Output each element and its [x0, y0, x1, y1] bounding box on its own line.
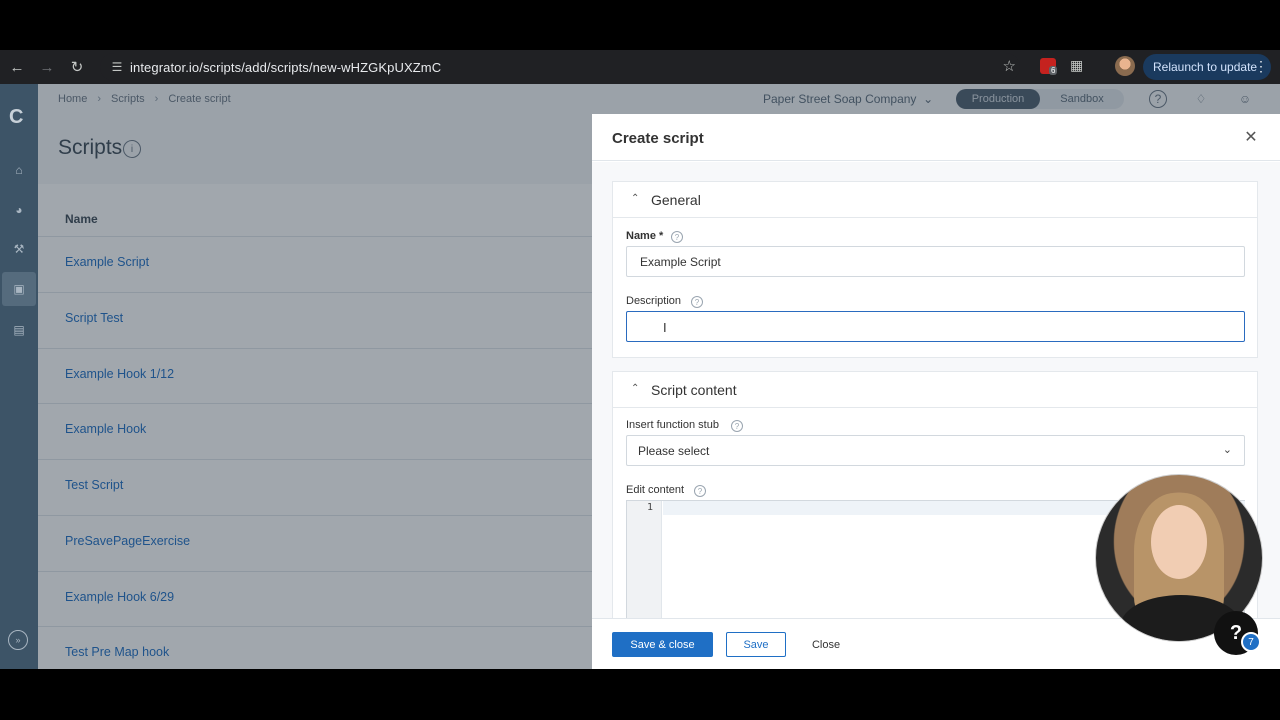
function-stub-value: Please select — [638, 444, 710, 458]
home-icon[interactable]: ⌂ — [9, 160, 29, 180]
back-arrow-icon[interactable]: ← — [2, 52, 32, 82]
url-text[interactable]: integrator.io/scripts/add/scripts/new-wH… — [130, 60, 441, 75]
close-button[interactable]: Close — [802, 632, 850, 657]
extensions-puzzle-icon[interactable]: ▦ — [1070, 57, 1083, 74]
address-bar[interactable]: ☰ integrator.io/scripts/add/scripts/new-… — [100, 53, 1020, 81]
save-and-close-button[interactable]: Save & close — [612, 632, 713, 657]
editor-gutter: 1 — [627, 501, 662, 618]
line-number: 1 — [646, 502, 653, 513]
dashboard-icon[interactable]: ◕ — [9, 200, 29, 220]
script-content-panel-header[interactable]: ⌃ Script content — [613, 372, 1257, 408]
left-sidebar: C ⌂ ◕ ⚒ ▣ ▤ » — [0, 84, 38, 669]
drawer-header: Create script ✕ — [592, 114, 1280, 161]
drawer-title: Create script — [612, 130, 704, 147]
name-help-icon[interactable]: ? — [671, 231, 683, 243]
celigo-logo-icon[interactable]: C — [9, 106, 23, 129]
edit-content-label: Edit content — [626, 484, 685, 496]
description-help-icon[interactable]: ? — [691, 296, 703, 308]
browser-toolbar: ← → ↻ ☰ integrator.io/scripts/add/script… — [0, 50, 1280, 84]
general-section-title: General — [651, 192, 701, 208]
extension-badge: 6 — [1049, 66, 1058, 75]
expand-sidebar-icon[interactable]: » — [8, 630, 28, 650]
function-stub-label: Insert function stub — [626, 419, 719, 431]
general-panel: ⌃ General Name * ? Example Script Descri… — [612, 181, 1258, 358]
tools-icon[interactable]: ⚒ — [9, 239, 29, 259]
marketplace-icon[interactable]: ▤ — [9, 320, 29, 340]
edit-content-help-icon[interactable]: ? — [694, 485, 706, 497]
name-field[interactable]: Example Script — [626, 246, 1245, 277]
screen: ← → ↻ ☰ integrator.io/scripts/add/script… — [0, 0, 1280, 720]
function-stub-help-icon[interactable]: ? — [731, 420, 743, 432]
script-content-section-title: Script content — [651, 382, 737, 398]
text-cursor-icon: I — [663, 320, 667, 335]
relaunch-button[interactable]: Relaunch to update — [1143, 54, 1271, 80]
presenter-face — [1151, 505, 1207, 579]
function-stub-select[interactable]: Please select ⌄ — [626, 435, 1245, 466]
chevron-up-icon: ⌃ — [631, 193, 640, 204]
description-field[interactable]: I — [626, 311, 1245, 342]
forward-arrow-icon[interactable]: → — [32, 52, 62, 82]
relaunch-label: Relaunch to update — [1153, 60, 1258, 74]
browser-menu-icon[interactable]: ⋮ — [1254, 58, 1268, 75]
app-window: C ⌂ ◕ ⚒ ▣ ▤ » Home › Scripts › Create sc… — [0, 84, 1280, 669]
profile-avatar[interactable] — [1115, 56, 1135, 76]
save-button[interactable]: Save — [726, 632, 786, 657]
general-panel-header[interactable]: ⌃ General — [613, 182, 1257, 218]
chevron-up-icon: ⌃ — [631, 383, 640, 394]
site-settings-icon[interactable]: ☰ — [104, 60, 130, 74]
chevron-down-icon: ⌄ — [1222, 444, 1232, 456]
resources-icon[interactable]: ▣ — [2, 272, 36, 306]
close-icon[interactable]: ✕ — [1240, 126, 1262, 148]
name-label: Name * — [626, 230, 663, 242]
description-label: Description — [626, 295, 682, 307]
help-badge-count: 7 — [1241, 632, 1261, 652]
name-label-text: Name * — [626, 230, 664, 242]
bookmark-star-icon[interactable]: ☆ — [1003, 57, 1016, 75]
reload-icon[interactable]: ↻ — [62, 52, 92, 82]
